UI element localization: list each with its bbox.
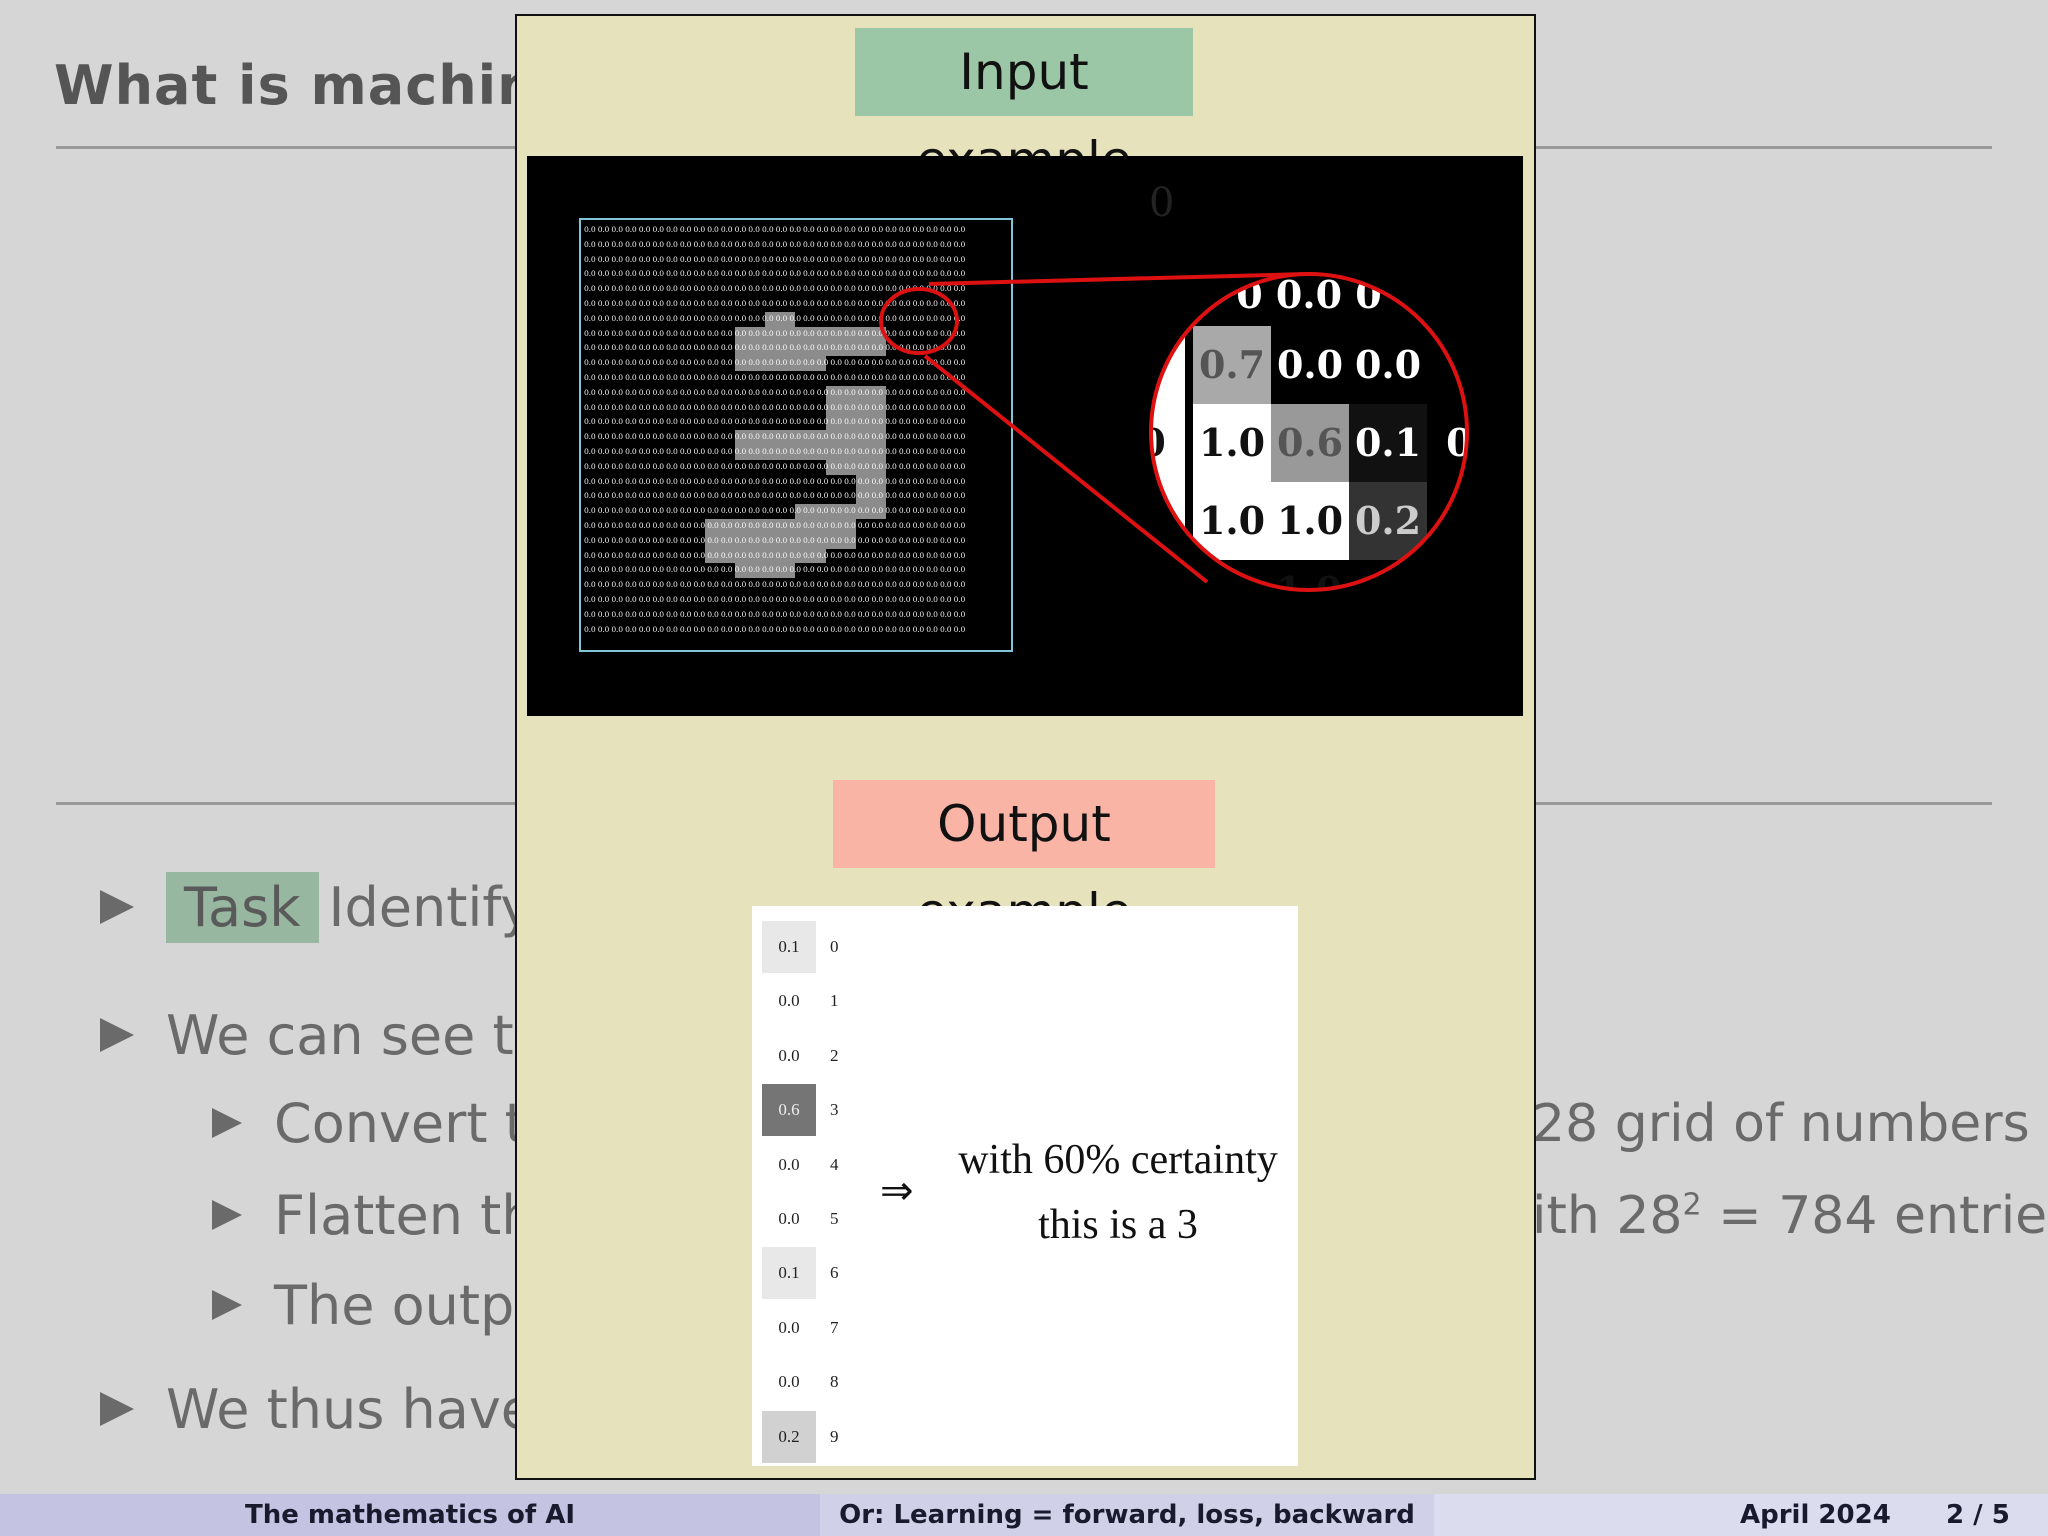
- zoom-cell-value: 1.0: [1199, 420, 1265, 465]
- grid-fragment: 28 grid of numbers: [1532, 1094, 2030, 1154]
- footer-title: The mathematics of AI: [0, 1494, 820, 1536]
- digit-label: 1: [830, 991, 839, 1011]
- zoom-cell: [1427, 326, 1467, 404]
- zoom-cell-value: 0: [1133, 498, 1159, 543]
- footer-right: April 2024 2 / 5: [1434, 1494, 2048, 1536]
- zoom-cells: 0 0.7 0.0 0.0 0.0 1.0 0.6 0.1 0.0 1.0 1.0 0.2 00 0.0…: [1126, 272, 1479, 590]
- bullet-triangle-icon: [100, 890, 134, 925]
- bullet-see: We can see thi: [100, 1004, 563, 1067]
- output-example-label: Output example: [833, 780, 1215, 941]
- zoom-cell: [1151, 482, 1185, 560]
- zoom-cell-value: 0.7: [1199, 342, 1265, 387]
- zoom-cell-value: 0: [1133, 342, 1159, 387]
- probability-value: 0.0: [762, 975, 816, 1028]
- input-image-panel: 0.0 0.0 0.0 0.0 0.0 0.0 0.0 0.0 0.0 0.0 …: [527, 156, 1523, 716]
- footer-subtitle: Or: Learning = forward, loss, backward: [820, 1494, 1434, 1536]
- bullet-triangle-icon: [100, 1392, 134, 1427]
- entries-pre: ith 28: [1532, 1186, 1683, 1246]
- bullet-triangle-icon: [212, 1290, 242, 1321]
- probability-value: 0.1: [762, 921, 816, 973]
- digit-label: 8: [830, 1372, 839, 1392]
- probability-value: 0.0: [762, 1138, 816, 1191]
- task-tag: Task: [166, 872, 319, 943]
- bullet-thus: We thus have a: [100, 1378, 584, 1441]
- bullet-triangle-icon: [212, 1108, 242, 1139]
- zoom-cell: [1151, 326, 1185, 404]
- bullet-triangle-icon: [100, 1018, 134, 1053]
- digit-label: 9: [830, 1426, 839, 1446]
- zoom-cell-value: 1.0: [1199, 498, 1265, 543]
- subbullet-convert: Convert th: [212, 1092, 560, 1155]
- zoom-cell-value: 0.2: [1355, 498, 1421, 543]
- output-card: 0.1 0 0.0 1 0.0 2 0.6 3 0.0 4 0.0 5 0.1 6 0.0 7 0.0 8 0.2 9…: [752, 906, 1298, 1466]
- footer-date: April 2024: [1740, 1500, 1891, 1530]
- conclusion-line1: with 60% certainty: [958, 1137, 1278, 1183]
- entries-sup: 2: [1682, 1187, 1702, 1223]
- zoom-lens: 0 0.7 0.0 0.0 0.0 1.0 0.6 0.1 0.0 1.0 1.0 0.2 00 0.0…: [879, 272, 1479, 592]
- zoom-source-circle: [879, 287, 959, 355]
- digit-label: 0: [830, 937, 839, 956]
- output-text: The outpu: [274, 1274, 549, 1337]
- digit-label: 6: [830, 1263, 839, 1283]
- see-text: We can see thi: [166, 1004, 563, 1067]
- zoom-cell-value: 0.6: [1277, 420, 1343, 465]
- probability-value: 0.0: [762, 1029, 816, 1082]
- subbullet-output: The outpu: [212, 1274, 549, 1337]
- probability-value: 0.0: [762, 1356, 816, 1409]
- bullet-triangle-icon: [212, 1200, 242, 1231]
- task-text: Identify: [328, 876, 533, 939]
- zoom-cell-value: 0.0: [1355, 342, 1421, 387]
- digit-label: 2: [830, 1045, 839, 1065]
- conclusion: with 60% certainty this is a 3: [938, 1128, 1298, 1258]
- probability-value: 0.0: [762, 1301, 816, 1354]
- implies-arrow: ⇒: [880, 1168, 914, 1214]
- digit-label: 4: [830, 1154, 839, 1174]
- input-example-label: Input example: [855, 28, 1193, 189]
- zoom-cell-value: 0.1: [1355, 420, 1421, 465]
- zoom-cell-value: 0: [1453, 498, 1479, 543]
- digit-label: 3: [830, 1100, 839, 1120]
- entries-fragment: ith 282 = 784 entries: [1532, 1186, 2048, 1246]
- zoom-cell-value: .0: [1126, 420, 1166, 465]
- zoom-cell-value: 1.0: [1277, 498, 1343, 543]
- footer-bar: The mathematics of AI Or: Learning = for…: [0, 1494, 2048, 1536]
- footer-page: 2 / 5: [1946, 1500, 2010, 1530]
- zoom-top-row: 0 0.0 0: [1236, 272, 1381, 317]
- digit-label: 5: [830, 1209, 839, 1228]
- digit-label: 7: [830, 1317, 839, 1337]
- probability-value: 0.2: [762, 1410, 816, 1463]
- bullet-task: Task Identify: [100, 872, 532, 943]
- probability-value: 0.1: [762, 1247, 816, 1300]
- zoom-cell-value: 0.0: [1277, 342, 1343, 387]
- zoom-connector-top: [928, 272, 1308, 286]
- example-popup: Input example 0.0 0.0 0.0 0.0 0.0 0.0 0.…: [515, 14, 1536, 1480]
- probability-value: 0.6: [762, 1084, 816, 1137]
- entries-post: = 784 entries: [1701, 1186, 2048, 1246]
- probability-value: 0.0: [762, 1193, 816, 1245]
- conclusion-line2: this is a 3: [1038, 1202, 1198, 1248]
- zoom-cell: [1151, 404, 1185, 482]
